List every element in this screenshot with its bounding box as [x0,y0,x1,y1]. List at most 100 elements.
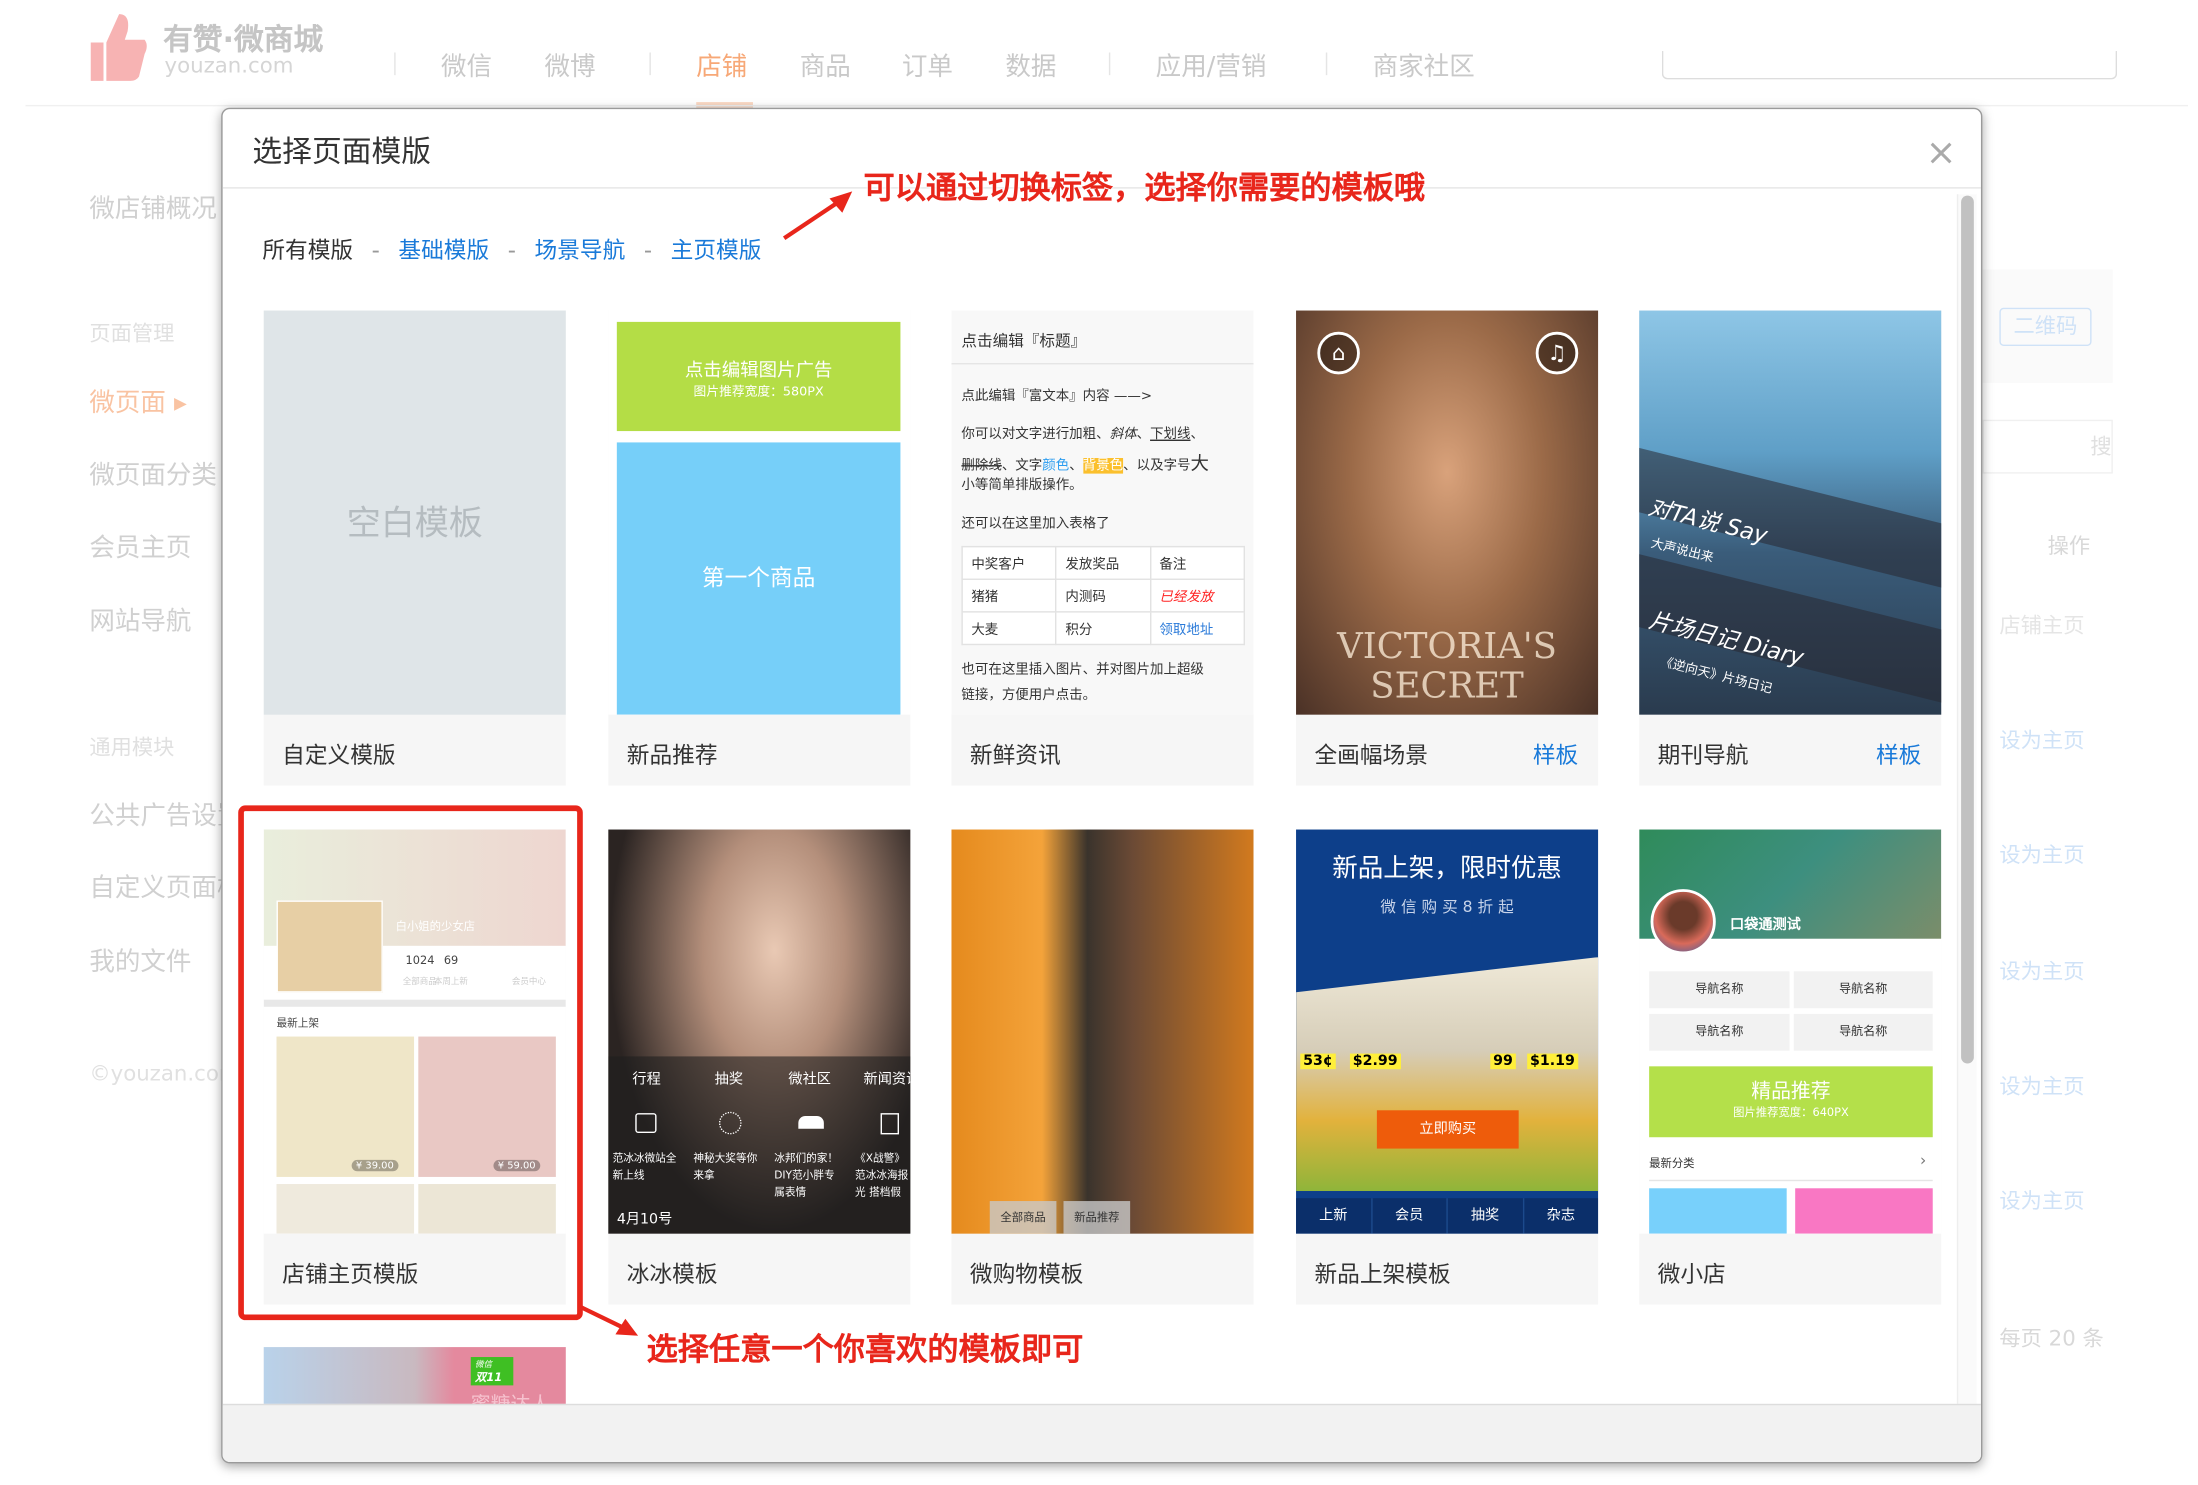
tab-scene[interactable]: 场景导航 [535,237,626,264]
card-label: 新品上架模板 [1314,1260,1451,1288]
brand-text: SECRET [1370,665,1524,707]
tab-separator: - [643,236,653,264]
nav-weixin[interactable]: 微信 [441,47,492,84]
modal-footer [222,1403,1981,1462]
cell: 已经发放 [1149,578,1246,613]
nav-item-text: 冰邦们的家！DIY范小胖专属表情 [774,1151,839,1199]
card-preview: ⌂ ♫ VICTORIA'S SECRET [1296,310,1599,715]
home-icon: ⌂ [1317,331,1360,375]
promo-sub: 微 信 购 买 8 折 起 [1380,897,1514,917]
pager-size[interactable]: 每页 20 条 [1999,1323,2103,1353]
tab-basic[interactable]: 基础模版 [398,237,489,264]
template-card-fullscreen[interactable]: ⌂ ♫ VICTORIA'S SECRET 全画幅场景 样板 [1296,310,1599,786]
sample-link[interactable]: 样板 [1533,736,1578,770]
nav-label: 导航名称 [1695,982,1744,997]
set-home-link[interactable]: 设为主页 [1999,839,2084,869]
template-card-news[interactable]: 点击编辑『标题』 点此编辑『富文本』内容 ——> 你可以对文字进行加粗、斜体、下… [951,310,1254,786]
t: 、 [1190,426,1204,443]
sidebar-item-site-nav[interactable]: 网站导航 [89,601,191,638]
t: 你可以对文字进行加粗、 [961,426,1110,443]
sidebar-item-micropage[interactable]: 微页面 ▸ [89,383,187,420]
tab-home[interactable]: 主页模版 [671,237,762,264]
nav-item: 会员 [1372,1198,1448,1234]
news-p3: 删除线、文字颜色、背景色、以及字号大 [961,448,1209,475]
ad-banner: 点击编辑图片广告 图片推荐宽度：580PX [616,321,901,432]
news-p4: 小等简单排版操作。 [961,477,1083,494]
sample-link[interactable]: 样板 [1876,736,1921,770]
nav-item: 杂志 [1546,1208,1576,1224]
cell: 发放奖品 [1055,545,1151,580]
t: 、文字 [1001,458,1043,474]
nav-shop[interactable]: 店铺 [696,47,747,84]
template-card-periodical[interactable]: 对TA说 Say 大声说出来 片场日记 Diary 《逆向天》片场日记 期刊导航… [1639,310,1942,786]
ad-title: 点击编辑图片广告 [684,360,833,382]
nav-item: 微社区 [788,1072,831,1088]
set-home-link[interactable]: 设为主页 [1999,956,2084,986]
calendar-icon [635,1113,657,1133]
tab-all[interactable]: 所有模版 [262,237,353,264]
arrow-icon [782,191,853,240]
store-photo [1296,957,1599,1192]
button-label: 新品推荐 [1074,1210,1120,1224]
template-modal: 选择页面模版 × 所有模版 - 基础模版 - 场景导航 - 主页模版 空白模板 … [221,107,1983,1464]
nav-orders[interactable]: 订单 [902,47,953,84]
sidebar-item-page-category[interactable]: 微页面分类 [89,455,217,492]
set-home-link[interactable]: 设为主页 [1999,1185,2084,1215]
card-label: 新鲜资讯 [969,741,1061,769]
highlight-text: 背景色 [1082,458,1124,474]
category-block [1649,1188,1787,1234]
template-card-new-arrivals[interactable]: 新品上架，限时优惠 微 信 购 买 8 折 起 53¢ $2.99 99 $1.… [1296,829,1599,1305]
t: 、 [1136,426,1151,443]
sidebar-item-public-ads[interactable]: 公共广告设置 [89,795,242,832]
cell: 内测码 [1055,578,1151,613]
news-p1: 点此编辑『富文本』内容 ——> [961,388,1153,405]
italic-text: 斜体 [1109,426,1137,443]
search-placeholder: 搜索 [2090,433,2112,460]
divider [951,363,1254,365]
sidebar-item-overview[interactable]: 微店铺概况 [89,189,217,226]
nav-weibo[interactable]: 微博 [545,47,596,84]
header-search-input[interactable] [1661,51,2118,80]
header-divider [25,104,2188,107]
card-preview: 口袋通测试 导航名称 导航名称 导航名称 导航名称 精品推荐 图片推荐宽度：64… [1639,829,1942,1234]
double11-badge: 微信 双11 [470,1357,514,1386]
highlight-box [238,805,583,1321]
date-text: 4月10号 [616,1212,673,1228]
template-card-mini-shop[interactable]: 口袋通测试 导航名称 导航名称 导航名称 导航名称 精品推荐 图片推荐宽度：64… [1639,829,1942,1305]
card-label: 微购物模板 [969,1260,1084,1288]
card-preview: 对TA说 Say 大声说出来 片场日记 Diary 《逆向天》片场日记 [1639,310,1942,715]
music-icon: ♫ [1535,331,1579,375]
card-label: 冰冰模板 [626,1260,718,1288]
set-home-link[interactable]: 设为主页 [1999,1071,2084,1101]
price-label: 53¢ [1300,1053,1336,1070]
nav-label: 导航名称 [1839,1025,1888,1040]
card-preview: 点击编辑图片广告 图片推荐宽度：580PX 第一个商品 [608,310,911,715]
logo-subtitle: youzan.com [164,52,294,78]
sidebar-item-member-home[interactable]: 会员主页 [89,527,191,564]
news-p6: 也可在这里插入图片、并对图片加上超级 [961,662,1204,678]
sidebar-item-my-files[interactable]: 我的文件 [89,942,191,979]
nav-button: 导航名称 [1793,1013,1933,1051]
template-card-new-products[interactable]: 点击编辑图片广告 图片推荐宽度：580PX 第一个商品 新品推荐 [608,310,911,786]
nav-community[interactable]: 商家社区 [1373,47,1475,84]
nav-button: 导航名称 [1649,971,1790,1009]
bottom-nav: 上新 会员 抽奖 杂志 [1296,1198,1599,1234]
cell: 领取地址 [1149,611,1246,646]
card-preview: 新品上架，限时优惠 微 信 购 买 8 折 起 53¢ $2.99 99 $1.… [1296,829,1599,1234]
close-icon[interactable]: × [1926,132,1957,175]
nav-apps[interactable]: 应用/营销 [1156,47,1267,84]
template-card-shopping[interactable]: 全部商品 新品推荐 微购物模板 [951,829,1254,1305]
cell: 猪猪 [961,578,1057,613]
page-search-input[interactable]: 搜索 [1982,419,2113,474]
nav-data[interactable]: 数据 [1005,47,1056,84]
template-card-bingbing[interactable]: 行程 抽奖 微社区 新闻资讯 范冰冰微站全新上线 神秘大奖等你来拿 冰邦们的家！… [608,829,911,1305]
card-label: 新品推荐 [626,741,718,769]
scrollbar-thumb[interactable] [1961,195,1974,1064]
featured-banner: 精品推荐 图片推荐宽度：640PX [1649,1066,1933,1138]
nav-goods[interactable]: 商品 [800,47,851,84]
template-card-custom[interactable]: 空白模板 自定义模版 [263,310,566,786]
qr-code-button[interactable]: 二维码 [1999,307,2092,346]
all-products-button: 全部商品 [989,1201,1057,1234]
set-home-link[interactable]: 设为主页 [1999,725,2084,755]
nav-item: 上新 [1296,1198,1372,1234]
